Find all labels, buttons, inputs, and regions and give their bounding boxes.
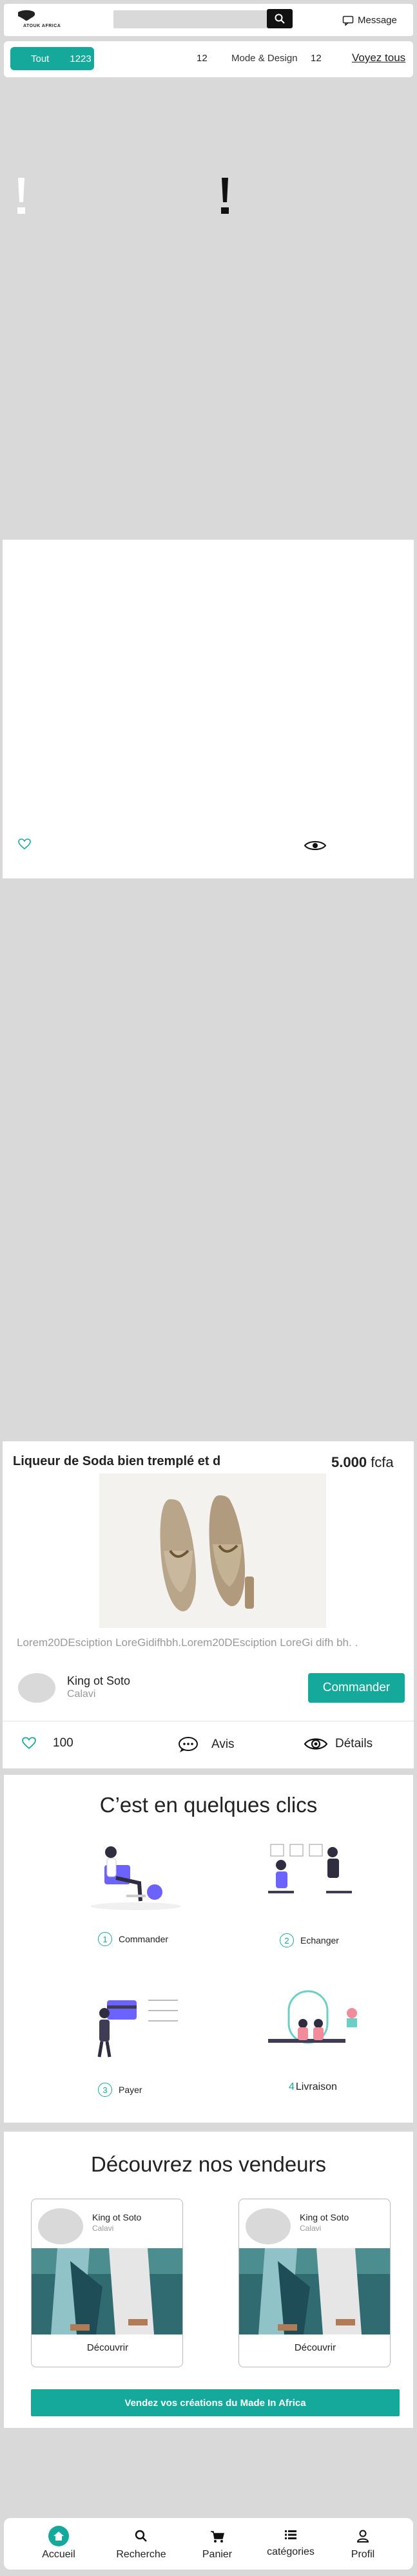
heart-icon bbox=[22, 1737, 36, 1749]
product-card[interactable]: Liqueur de Soda bien tremplé et d 5.000 … bbox=[3, 1441, 414, 1768]
step-1: 1 Commander bbox=[98, 1932, 168, 1946]
step-label: Payer bbox=[119, 2085, 142, 2095]
filter-category-mode-design[interactable]: Mode & Design bbox=[231, 53, 298, 64]
category-filter-bar: Tout 1223 12 Mode & Design 12 Voyez tous bbox=[4, 41, 413, 77]
eye-icon[interactable] bbox=[304, 840, 326, 851]
discover-button[interactable]: Découvrir bbox=[32, 2342, 182, 2353]
product-title[interactable]: Liqueur de Soda bien tremplé et d bbox=[13, 1454, 220, 1469]
shoes-image bbox=[99, 1473, 326, 1628]
nav-home[interactable]: Accueil bbox=[23, 2526, 94, 2561]
search-button[interactable] bbox=[267, 9, 293, 28]
nav-cart[interactable]: Panier bbox=[182, 2526, 253, 2561]
product-image[interactable] bbox=[99, 1473, 326, 1628]
filter-count[interactable]: 12 bbox=[197, 53, 208, 64]
filter-all-label: Tout bbox=[31, 53, 50, 64]
search-icon bbox=[275, 14, 285, 24]
see-all-link[interactable]: Voyez tous bbox=[352, 52, 405, 64]
discover-button[interactable]: Découvrir bbox=[239, 2342, 390, 2353]
chat-icon bbox=[179, 1737, 198, 1752]
filter-category-count: 12 bbox=[311, 53, 322, 64]
price-value: 5.000 bbox=[331, 1454, 367, 1470]
logo-text: ATOUK AFRICA bbox=[23, 24, 61, 28]
step-number: 2 bbox=[280, 1933, 294, 1947]
reviews-button[interactable]: Avis bbox=[178, 1736, 235, 1753]
vendor-card[interactable]: King ot Soto Calavi Découvrir bbox=[238, 2199, 391, 2367]
vendor-avatar bbox=[246, 2208, 291, 2244]
message-icon bbox=[342, 15, 354, 26]
logo[interactable]: ATOUK AFRICA bbox=[14, 10, 79, 30]
africa-logo-icon bbox=[18, 10, 35, 21]
loading-placeholder-icon bbox=[221, 178, 229, 214]
how-it-works-title: C’est en quelques clics bbox=[99, 1793, 318, 1817]
step-label: Echanger bbox=[300, 1935, 339, 1946]
product-actions: 100 Avis Détails bbox=[3, 1731, 414, 1757]
filter-all-count: 1223 bbox=[70, 53, 92, 64]
nav-label: Recherche bbox=[116, 2549, 166, 2560]
search-input[interactable] bbox=[113, 10, 268, 28]
seller-city: Calavi bbox=[67, 1689, 96, 1700]
product-card-placeholder bbox=[3, 540, 414, 878]
step-2: 2 Echanger bbox=[280, 1933, 339, 1947]
menu-icon bbox=[285, 2530, 296, 2539]
order-button[interactable]: Commander bbox=[308, 1673, 405, 1703]
top-header: ATOUK AFRICA Message bbox=[4, 4, 413, 36]
step-label: Livraison bbox=[295, 2081, 337, 2092]
message-button[interactable]: Message bbox=[342, 15, 397, 26]
step-label: Commander bbox=[119, 1934, 169, 1944]
price-currency: fcfa bbox=[371, 1454, 394, 1470]
step-number: 4 bbox=[289, 2081, 295, 2092]
details-button[interactable]: Détails bbox=[304, 1736, 373, 1752]
loading-placeholder-icon bbox=[17, 178, 25, 214]
user-icon bbox=[356, 2530, 369, 2543]
how-it-works-section: C’est en quelques clics 1 Commander 2 Ec… bbox=[4, 1775, 413, 2123]
nav-profile[interactable]: Profil bbox=[327, 2526, 398, 2561]
reviews-label: Avis bbox=[211, 1738, 235, 1751]
message-label: Message bbox=[358, 15, 397, 26]
vendor-photo bbox=[32, 2248, 182, 2334]
heart-icon[interactable] bbox=[18, 838, 31, 850]
nav-label: catégories bbox=[267, 2546, 315, 2557]
eye-icon bbox=[304, 1738, 327, 1750]
exchange-illustration bbox=[268, 1844, 352, 1893]
vendor-city: Calavi bbox=[300, 2224, 322, 2233]
vendor-card[interactable]: King ot Soto Calavi Découvrir bbox=[31, 2199, 183, 2367]
nav-label: Panier bbox=[202, 2549, 233, 2560]
vendor-photo bbox=[239, 2248, 390, 2334]
likes-count: 100 bbox=[53, 1736, 73, 1750]
nav-search[interactable]: Recherche bbox=[106, 2526, 177, 2561]
nav-label: Profil bbox=[351, 2549, 375, 2560]
seller-name[interactable]: King ot Soto bbox=[67, 1674, 130, 1688]
step-number: 3 bbox=[98, 2083, 112, 2097]
cart-icon bbox=[211, 2531, 224, 2543]
filter-all-button[interactable]: Tout 1223 bbox=[10, 47, 94, 70]
payment-illustration bbox=[97, 2000, 178, 2058]
step-4: 4 Livraison bbox=[289, 2081, 337, 2093]
nav-categories[interactable]: catégories bbox=[255, 2526, 326, 2558]
nav-label: Accueil bbox=[42, 2549, 75, 2560]
sell-creations-button[interactable]: Vendez vos créations du Made In Africa bbox=[31, 2389, 400, 2416]
vendor-name: King ot Soto bbox=[92, 2212, 142, 2222]
details-label: Détails bbox=[335, 1737, 373, 1750]
product-price: 5.000 fcfa bbox=[331, 1454, 394, 1471]
order-illustration bbox=[91, 1846, 181, 1910]
search-icon bbox=[135, 2530, 147, 2542]
vendors-title: Découvrez nos vendeurs bbox=[90, 2152, 327, 2176]
vendor-name: King ot Soto bbox=[300, 2212, 349, 2222]
vendors-section: Découvrez nos vendeurs King ot Soto Cala… bbox=[4, 2132, 413, 2428]
product-description: Lorem20DEsciption LoreGidifhbh.Lorem20DE… bbox=[17, 1636, 358, 1649]
step-3: 3 Payer bbox=[98, 2083, 142, 2097]
bottom-navigation: Accueil Recherche Panier catégories Prof… bbox=[4, 2518, 413, 2570]
delivery-illustration bbox=[268, 1990, 357, 2044]
seller-avatar[interactable] bbox=[18, 1673, 55, 1703]
step-number: 1 bbox=[98, 1932, 112, 1946]
home-icon bbox=[48, 2526, 69, 2546]
vendor-avatar bbox=[38, 2208, 83, 2244]
like-button[interactable]: 100 bbox=[22, 1736, 73, 1750]
vendor-city: Calavi bbox=[92, 2224, 114, 2233]
